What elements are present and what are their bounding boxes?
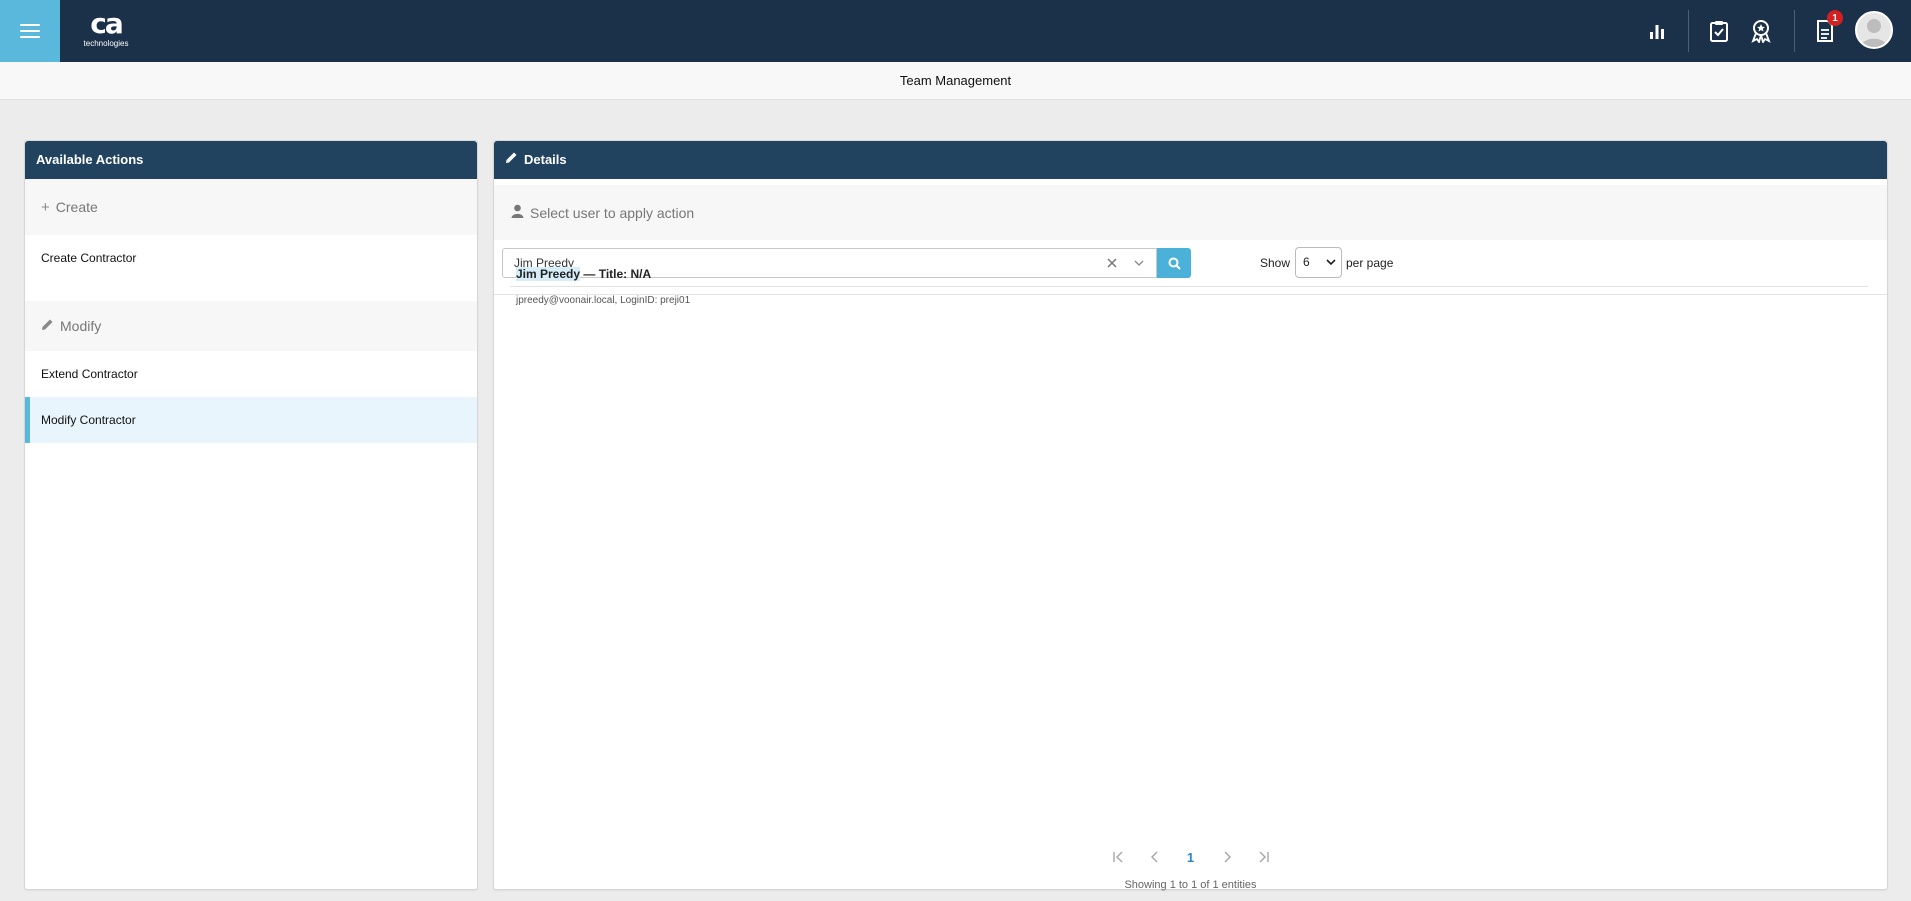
first-page-icon[interactable] xyxy=(1101,845,1137,869)
available-actions-panel: Available Actions + Create Create Contra… xyxy=(24,140,478,890)
last-page-icon[interactable] xyxy=(1245,845,1281,869)
pencil-icon xyxy=(41,318,54,334)
panel-title: Available Actions xyxy=(36,152,144,167)
document-icon[interactable]: 1 xyxy=(1807,10,1843,49)
page-title: Team Management xyxy=(0,62,1911,100)
hamburger-icon xyxy=(20,24,40,38)
user-icon xyxy=(511,204,524,221)
action-extend-contractor[interactable]: Extend Contractor xyxy=(25,351,477,397)
action-label: Modify Contractor xyxy=(41,413,136,427)
result-title-suffix: — Title: N/A xyxy=(580,267,652,281)
pagination: 1 xyxy=(494,845,1887,869)
section-create: + Create xyxy=(25,179,477,235)
panel-header: Available Actions xyxy=(25,141,477,179)
notification-badge: 1 xyxy=(1827,10,1843,26)
hamburger-menu-button[interactable] xyxy=(0,0,60,62)
section-modify: Modify xyxy=(25,301,477,351)
section-label: Create xyxy=(55,199,98,215)
select-user-header: Select user to apply action xyxy=(494,185,1887,240)
award-badge-icon[interactable] xyxy=(1743,13,1779,49)
list-item[interactable]: Jim Preedy — Title: N/A jpreedy@voonair.… xyxy=(510,261,1868,306)
pencil-icon xyxy=(505,141,518,179)
page-number[interactable]: 1 xyxy=(1173,845,1209,869)
result-subtitle: jpreedy@voonair.local, LoginID: preji01 xyxy=(516,295,691,306)
select-user-label: Select user to apply action xyxy=(530,204,695,221)
bar-chart-icon[interactable] xyxy=(1639,13,1675,49)
action-modify-contractor[interactable]: Modify Contractor xyxy=(25,397,477,443)
clipboard-check-icon[interactable] xyxy=(1701,13,1737,49)
next-page-icon[interactable] xyxy=(1209,845,1245,869)
action-create-contractor[interactable]: Create Contractor xyxy=(25,235,477,281)
top-bar: ca technologies 1 xyxy=(0,0,1911,62)
logo-sub-text: technologies xyxy=(83,39,129,48)
action-label: Extend Contractor xyxy=(41,367,138,381)
entries-summary: Showing 1 to 1 of 1 entities xyxy=(1124,879,1257,891)
logo-main-text: ca xyxy=(90,7,124,40)
panel-header: Details xyxy=(494,141,1887,179)
toolbar-divider xyxy=(1794,10,1795,52)
ca-technologies-logo[interactable]: ca technologies xyxy=(82,7,130,49)
prev-page-icon[interactable] xyxy=(1137,845,1173,869)
section-label: Modify xyxy=(60,318,102,334)
result-title: Jim Preedy — Title: N/A xyxy=(510,261,1868,287)
result-name: Jim Preedy xyxy=(516,267,581,281)
plus-icon: + xyxy=(41,198,50,216)
panel-title: Details xyxy=(524,152,567,167)
details-panel: Details Select user to apply action Jim … xyxy=(493,140,1888,891)
action-label: Create Contractor xyxy=(41,251,137,265)
toolbar-divider xyxy=(1688,10,1689,52)
user-avatar-icon[interactable] xyxy=(1855,11,1893,49)
